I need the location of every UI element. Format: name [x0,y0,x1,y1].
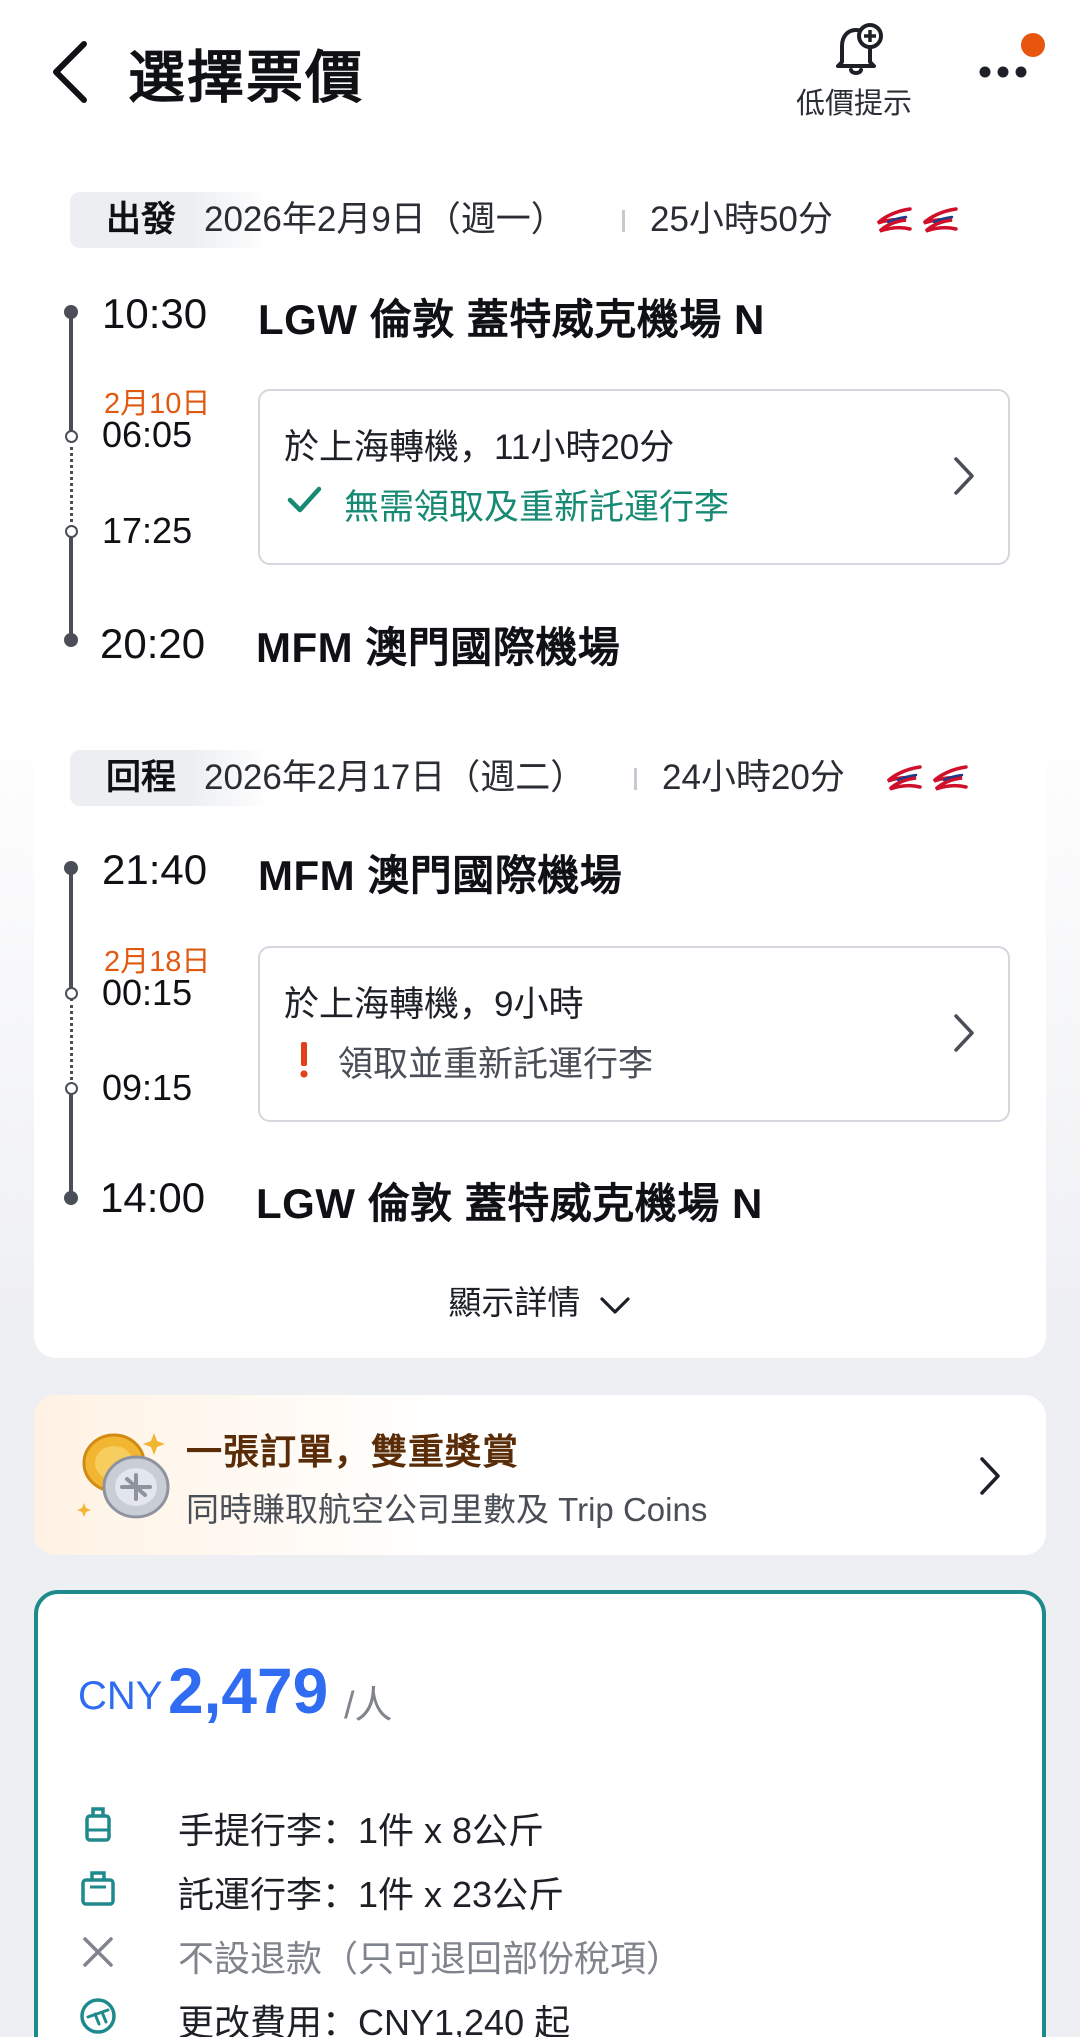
arrive-time: 14:00 [100,1174,206,1221]
timeline-dot [64,1191,78,1205]
chevron-right-icon [980,1457,1000,1495]
price-per-person: /人 [344,1685,393,1727]
warning-exclamation-icon [300,1042,308,1078]
no-refund-icon [83,1937,113,1967]
transfer-title: 於上海轉機，11小時20分 [284,428,675,467]
airline-logo-icon [922,207,958,233]
timeline-stop [65,430,78,443]
return-date: 2026年2月17日（週二） [204,758,586,797]
transfer-arrive-time: 00:15 [102,972,193,1013]
arrive-time: 20:20 [100,620,206,667]
timeline-dot [64,633,78,647]
carry-on-bag-icon [85,1807,111,1842]
timeline-line [69,868,73,992]
timeline-dot [64,305,78,319]
fare-feature-text: 託運行李：1件 x 23公斤 [178,1874,565,1915]
transfer-title: 於上海轉機，9小時 [284,985,584,1024]
fare-feature-text: 更改費用：CNY1,240 起 [178,2002,571,2037]
timeline-line [69,534,73,640]
fare-option-card[interactable]: CNY 2,479 /人 手提行李：1件 x 8公斤 託運行李：1件 x 23公… [34,1590,1046,2037]
outbound-duration: 25小時50分 [650,200,833,239]
arrive-airport: MFM 澳門國際機場 [256,624,621,671]
bell-plus-icon [836,23,883,75]
transfer-arrive-time: 06:05 [102,414,193,455]
arrive-airport: LGW 倫敦 蓋特威克機場 N [256,1180,763,1227]
price-alert-label: 低價提示 [795,88,912,120]
baggage-note: 領取並重新託運行李 [338,1045,654,1084]
airline-logo-icon [886,765,922,791]
depart-time: 21:40 [102,846,208,893]
back-button[interactable] [40,34,100,110]
fare-feature-text: 不設退款（只可退回部份稅項） [178,1938,683,1979]
return-duration: 24小時20分 [662,758,845,797]
depart-airport: MFM 澳門國際機場 [258,852,623,899]
transfer-info-card[interactable]: 於上海轉機，9小時 領取並重新託運行李 [258,946,1010,1122]
notification-dot [1021,33,1045,57]
outbound-date: 2026年2月9日（週一） [204,200,566,239]
rewards-subtitle: 同時賺取航空公司里數及 Trip Coins [186,1491,708,1528]
check-icon [287,486,322,513]
show-details-label: 顯示詳情 [448,1284,581,1321]
timeline-dashed [70,998,73,1086]
price-alert-button[interactable]: 低價提示 [780,22,928,122]
chevron-right-icon [954,1014,974,1052]
timeline-dot [64,861,78,875]
baggage-note: 無需領取及重新託運行李 [344,488,730,527]
timeline-stop [65,987,78,1000]
show-details-button[interactable]: 顯示詳情 [0,1276,1080,1324]
price-amount: 2,479 [168,1655,329,1727]
chevron-right-icon [954,457,974,495]
depart-time: 10:30 [102,290,208,337]
page-title: 選擇票價 [128,46,364,110]
timeline-stop [65,525,78,538]
transfer-info-card[interactable]: 於上海轉機，11小時20分 無需領取及重新託運行李 [258,389,1010,565]
fare-feature-text: 手提行李：1件 x 8公斤 [178,1810,545,1851]
transfer-depart-time: 17:25 [102,510,193,551]
airline-logo-icon [932,765,968,791]
chevron-left-icon [53,41,87,103]
transfer-depart-time: 09:15 [102,1067,193,1108]
price-currency: CNY [78,1674,163,1718]
rewards-title: 一張訂單，雙重獎賞 [186,1431,520,1472]
timeline-line [69,1092,73,1198]
timeline-line [69,312,73,434]
rewards-banner[interactable]: 一張訂單，雙重獎賞 同時賺取航空公司里數及 Trip Coins [34,1395,1046,1555]
chevron-down-icon [599,1297,630,1314]
divider [622,210,625,232]
coins-icon [77,1433,170,1519]
divider [634,768,637,790]
timeline-dashed [70,440,73,528]
timeline-stop [65,1082,78,1095]
airline-logo-icon [876,207,912,233]
checked-bag-icon [81,1871,115,1906]
change-fee-icon [80,1998,116,2034]
depart-airport: LGW 倫敦 蓋特威克機場 N [258,296,765,343]
